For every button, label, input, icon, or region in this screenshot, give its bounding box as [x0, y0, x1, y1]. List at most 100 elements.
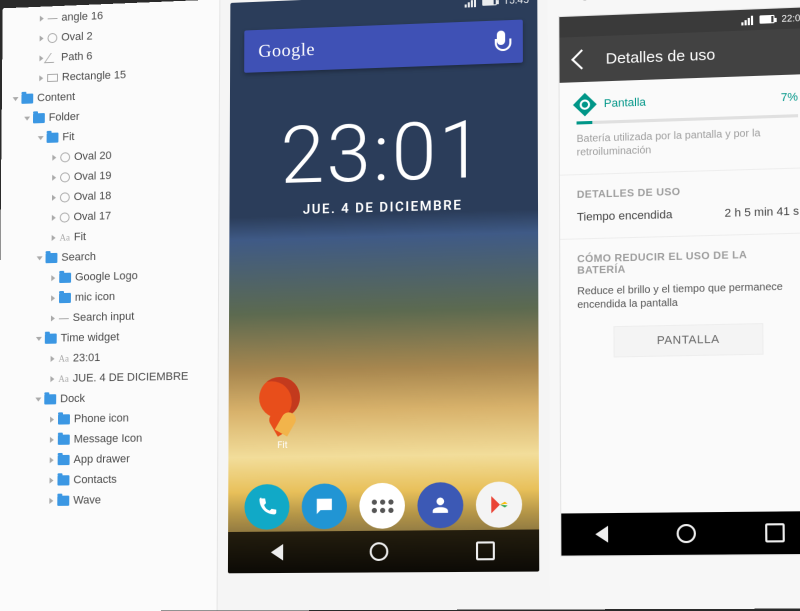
layer-label: Folder [49, 111, 80, 124]
disclosure-icon[interactable] [49, 498, 53, 504]
layer-label: angle 16 [61, 10, 103, 24]
back-arrow-icon[interactable] [571, 49, 592, 69]
layer-tree-panel: angle 16 Oval 2 Path 6 Rectangle 15 Content F… [0, 0, 220, 611]
status-bar: 15:45 [230, 0, 537, 21]
layer-label: Message Icon [74, 432, 143, 445]
disclosure-icon[interactable] [35, 397, 41, 401]
disclosure-icon[interactable] [52, 215, 56, 221]
layer-label: Oval 2 [61, 30, 92, 43]
dock-app-drawer[interactable] [359, 483, 405, 529]
disclosure-icon[interactable] [36, 337, 42, 341]
layer-label: Fit [74, 231, 86, 243]
signal-icon [742, 15, 754, 25]
layer-label: Oval 20 [74, 150, 112, 163]
disclosure-icon[interactable] [50, 417, 54, 423]
disclosure-icon[interactable] [52, 175, 56, 181]
disclosure-icon[interactable] [37, 256, 43, 260]
drawer-dots-icon [371, 499, 393, 513]
layer-label: Search input [73, 311, 135, 324]
settings-phone-mockup: 22:01 Detalles de uso Pantalla 7% Baterí… [558, 6, 800, 557]
dock-message-icon[interactable] [302, 483, 347, 529]
battery-icon [482, 0, 497, 6]
dock-phone-icon[interactable] [244, 484, 289, 530]
dock-play-icon[interactable] [476, 481, 522, 528]
clock-widget: 23:01 [230, 109, 538, 198]
pantalla-button[interactable]: PANTALLA [613, 323, 763, 357]
phone-mockup: 15:45 Google 23:01 JUE. 4 DE DICIEMBRE F… [228, 0, 539, 573]
date-widget: JUE. 4 DE DICIEMBRE [229, 196, 538, 220]
on-time-value: 2 h 5 min 41 s [725, 205, 800, 220]
dock [228, 481, 539, 530]
nav-home-icon[interactable] [677, 524, 696, 543]
disclosure-icon[interactable] [50, 376, 54, 382]
dock-contacts-icon[interactable] [417, 482, 463, 528]
layer-row[interactable]: App drawer [0, 448, 217, 471]
layer-label: App drawer [74, 453, 130, 466]
reduce-section: CÓMO REDUCIR EL USO DE LA BATERÍA Reduce… [560, 233, 800, 373]
layer-row[interactable]: Contacts [0, 468, 217, 491]
nav-home-icon[interactable] [370, 542, 389, 561]
disclosure-icon[interactable] [38, 136, 44, 140]
nav-back-icon[interactable] [271, 544, 283, 561]
on-time-label: Tiempo encendida [577, 209, 673, 224]
nav-back-icon[interactable] [595, 526, 608, 543]
layer-label: mic icon [75, 291, 115, 304]
mic-icon[interactable] [494, 30, 509, 53]
disclosure-icon[interactable] [51, 315, 55, 321]
layer-row[interactable]: Wave [0, 489, 217, 512]
disclosure-icon[interactable] [40, 35, 44, 41]
disclosure-icon[interactable] [39, 75, 43, 81]
right-column: Settings Mask Scale Flatten 22:01 Detall… [548, 0, 800, 609]
disclosure-icon[interactable] [13, 97, 19, 101]
heart-icon [269, 412, 296, 439]
layer-label: Content [37, 91, 75, 104]
fit-app-icon[interactable]: Fit [269, 412, 296, 451]
settings-title: Detalles de uso [606, 46, 716, 68]
disclosure-icon[interactable] [50, 477, 54, 483]
settings-status-time: 22:01 [781, 13, 800, 24]
layer-label: Fit [62, 131, 74, 143]
disclosure-icon[interactable] [52, 195, 56, 201]
layer-label: Contacts [73, 474, 116, 487]
disclosure-icon[interactable] [24, 117, 30, 121]
disclosure-icon[interactable] [51, 356, 55, 362]
screen-usage-percent: 7% [781, 91, 798, 104]
details-header: DETALLES DE USO [577, 183, 799, 201]
screen-usage-sub: Batería utilizada por la pantalla y por … [577, 126, 799, 160]
status-time: 15:45 [503, 0, 529, 7]
layer-label: Dock [60, 393, 85, 406]
disclosure-icon[interactable] [52, 235, 56, 241]
layer-label: Oval 17 [74, 210, 112, 223]
brightness-icon [573, 93, 597, 116]
android-nav-bar [228, 529, 539, 573]
disclosure-icon[interactable] [39, 55, 43, 61]
screen-usage-section: Pantalla 7% Batería utilizada por la pan… [560, 74, 800, 176]
signal-icon [465, 0, 476, 7]
disclosure-icon[interactable] [50, 437, 54, 443]
layer-label: 23:01 [73, 352, 100, 365]
usage-bar [577, 114, 799, 124]
nav-recent-icon[interactable] [476, 541, 495, 560]
layer-label: Search [61, 251, 96, 264]
disclosure-icon[interactable] [51, 295, 55, 301]
disclosure-icon[interactable] [50, 457, 54, 463]
layer-label: Path 6 [61, 50, 92, 63]
screen-usage-label: Pantalla [604, 92, 770, 110]
nav-recent-icon[interactable] [765, 523, 785, 542]
disclosure-icon[interactable] [52, 155, 56, 161]
reduce-body: Reduce el brillo y el tiempo que permane… [577, 280, 800, 312]
toolbar-left-label: Settings [558, 0, 592, 2]
layer-label: JUE. 4 DE DICIEMBRE [73, 371, 189, 385]
google-logo: Google [258, 38, 315, 61]
settings-nav-bar [561, 511, 800, 555]
disclosure-icon[interactable] [51, 275, 55, 281]
details-section: DETALLES DE USO Tiempo encendida 2 h 5 m… [560, 168, 800, 240]
search-bar[interactable]: Google [244, 20, 523, 73]
layer-label: Oval 19 [74, 170, 112, 183]
disclosure-icon[interactable] [40, 16, 44, 22]
layer-label: Time widget [61, 331, 120, 344]
layer-label: Oval 18 [74, 190, 112, 203]
canvas: 15:45 Google 23:01 JUE. 4 DE DICIEMBRE F… [218, 0, 550, 611]
layer-label: Rectangle 15 [62, 69, 126, 83]
layer-label: Phone icon [74, 412, 129, 425]
